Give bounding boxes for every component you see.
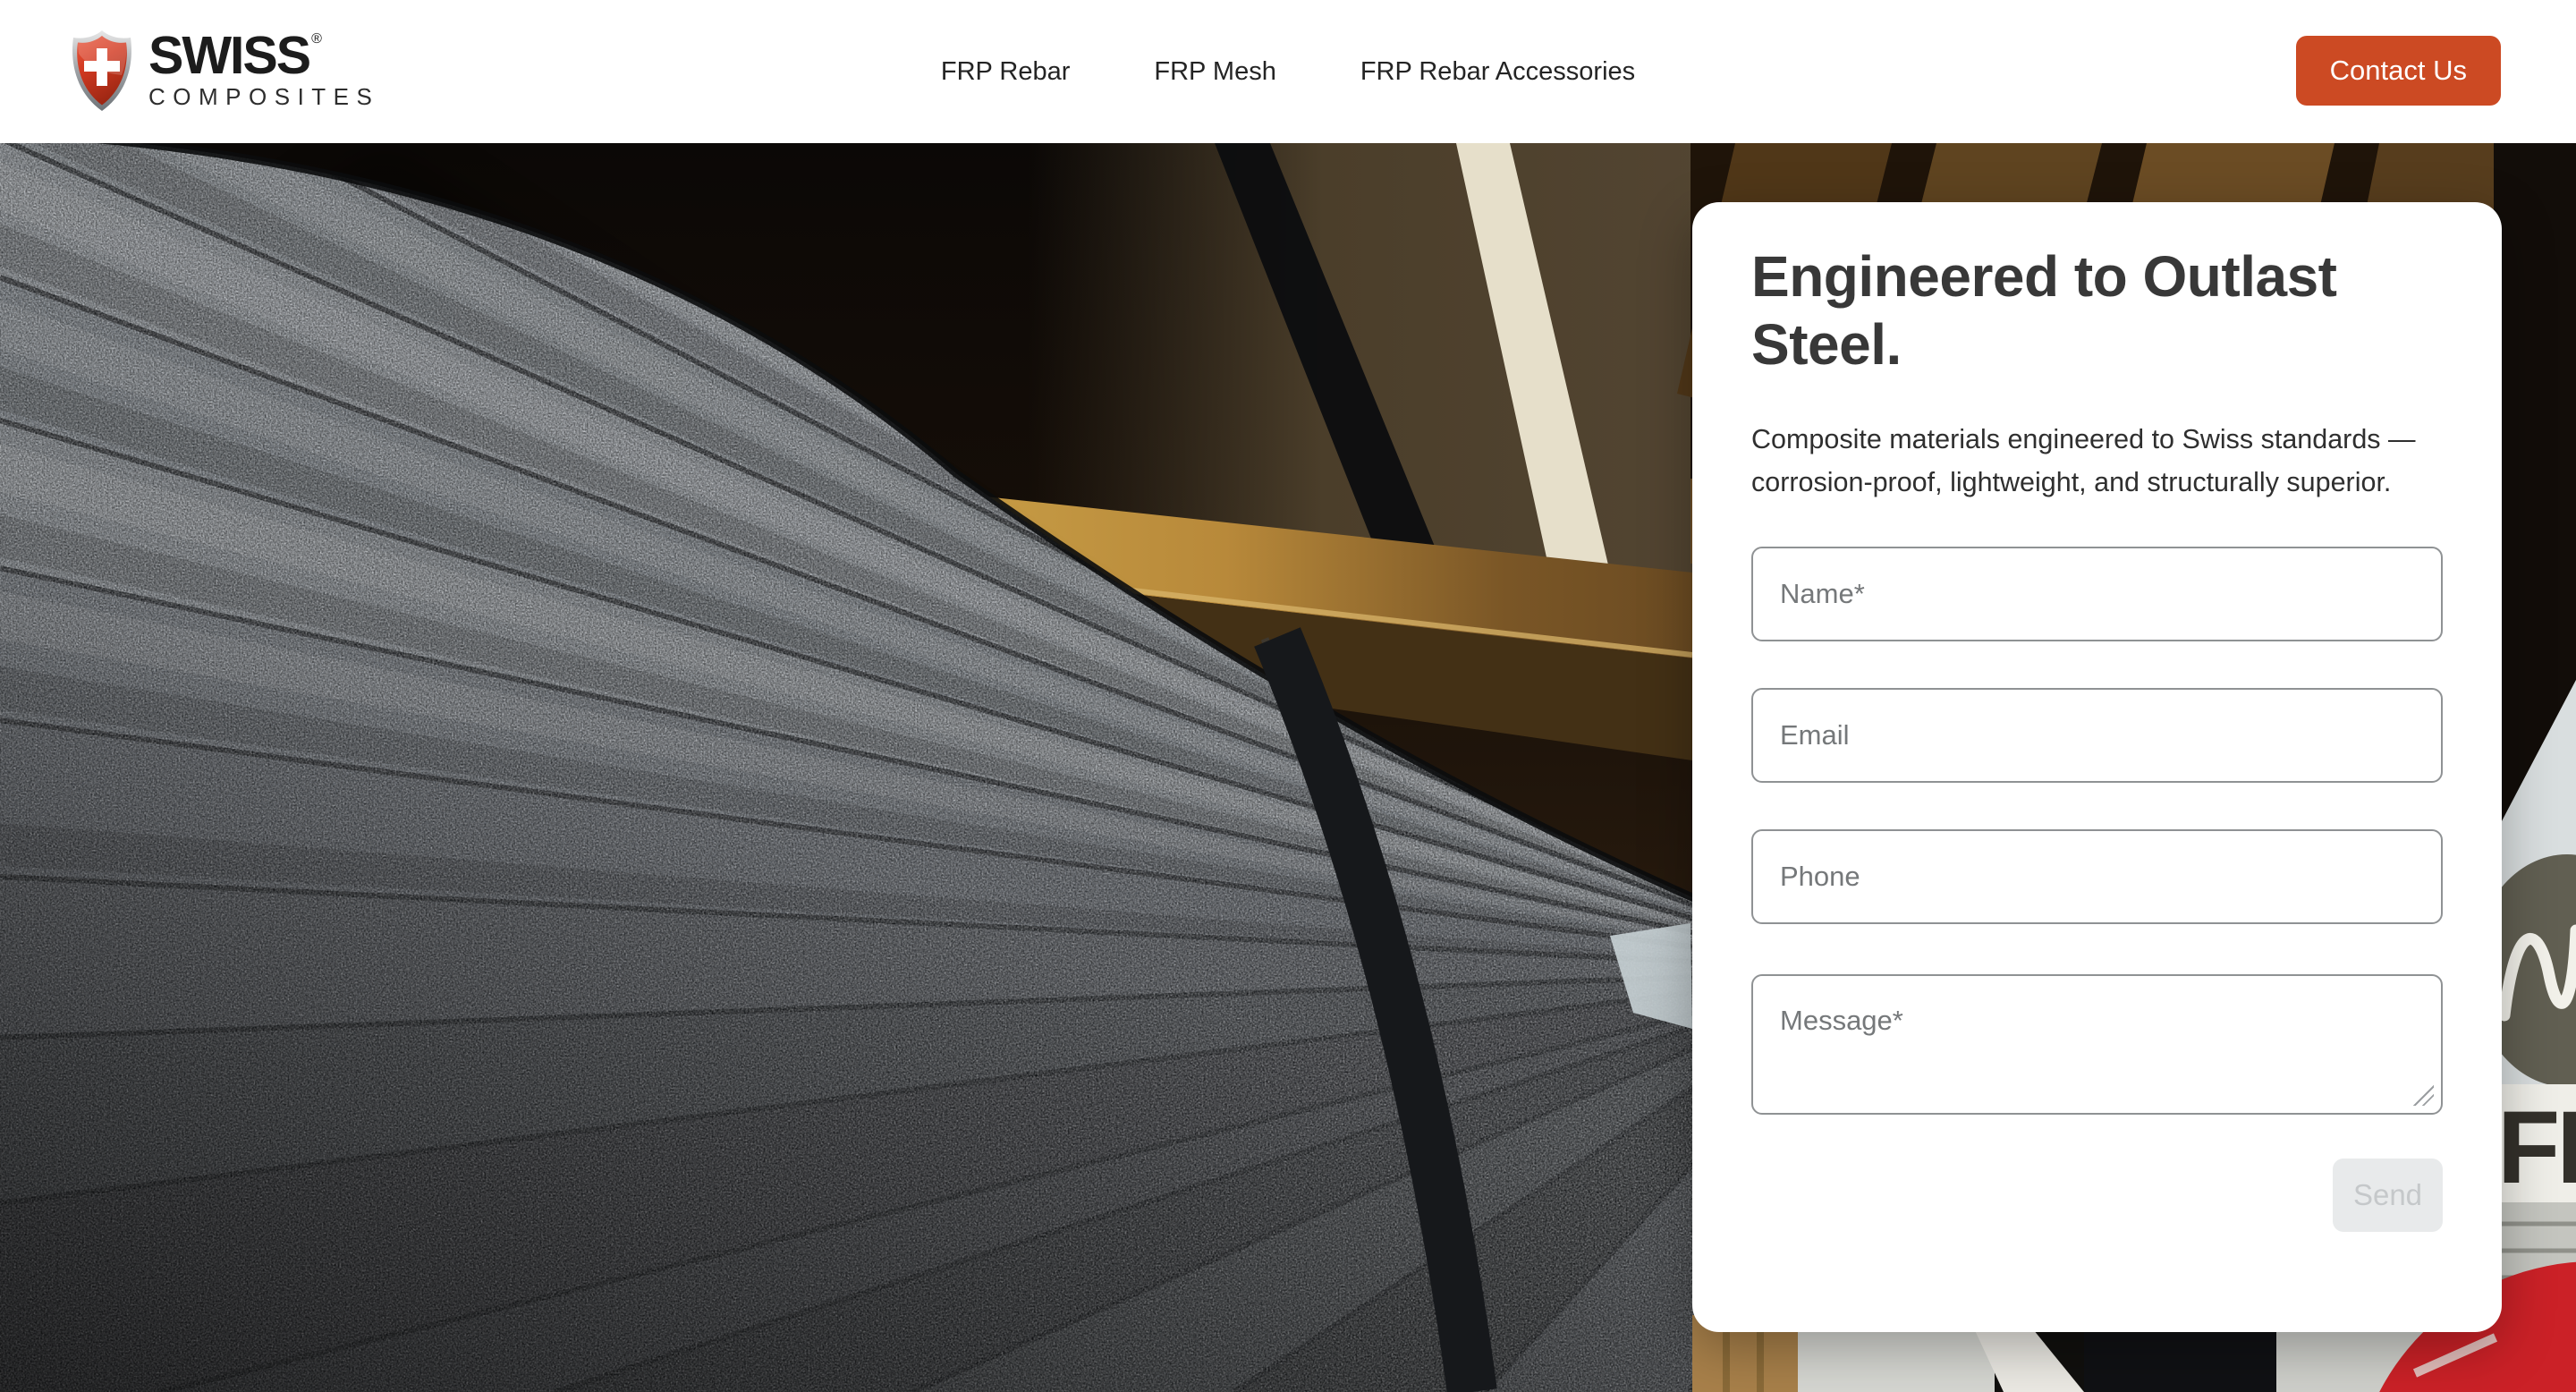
hero-description: Composite materials engineered to Swiss … — [1751, 418, 2443, 504]
nav-item-frp-mesh[interactable]: FRP Mesh — [1154, 57, 1275, 87]
brand-logo[interactable]: SWISS ® COMPOSITES — [70, 29, 379, 113]
name-input[interactable] — [1751, 547, 2443, 641]
lead-form-card: Engineered to Outlast Steel. Composite m… — [1692, 202, 2502, 1332]
email-input[interactable] — [1751, 688, 2443, 783]
contact-form: Send — [1751, 504, 2443, 1232]
main-nav: FRP Rebar FRP Mesh FRP Rebar Accessories — [941, 0, 1635, 143]
phone-input[interactable] — [1751, 829, 2443, 924]
header: SWISS ® COMPOSITES FRP Rebar FRP Mesh FR… — [0, 0, 2576, 143]
nav-item-frp-rebar-accessories[interactable]: FRP Rebar Accessories — [1360, 57, 1635, 87]
registered-mark: ® — [311, 32, 322, 47]
brand-wordmark: SWISS ® COMPOSITES — [148, 30, 379, 111]
nav-item-frp-rebar[interactable]: FRP Rebar — [941, 57, 1071, 87]
page: FI — [0, 0, 2576, 1392]
contact-us-button[interactable]: Contact Us — [2296, 36, 2501, 106]
resize-handle-icon[interactable] — [2412, 1084, 2434, 1106]
send-button[interactable]: Send — [2333, 1159, 2443, 1232]
brand-shield-icon — [70, 29, 134, 113]
sign-letters: FI — [2497, 1091, 2576, 1205]
brand-subtitle: COMPOSITES — [148, 83, 379, 111]
message-textarea[interactable] — [1751, 974, 2443, 1115]
hero-heading: Engineered to Outlast Steel. — [1751, 243, 2443, 378]
brand-word: SWISS — [148, 30, 309, 81]
